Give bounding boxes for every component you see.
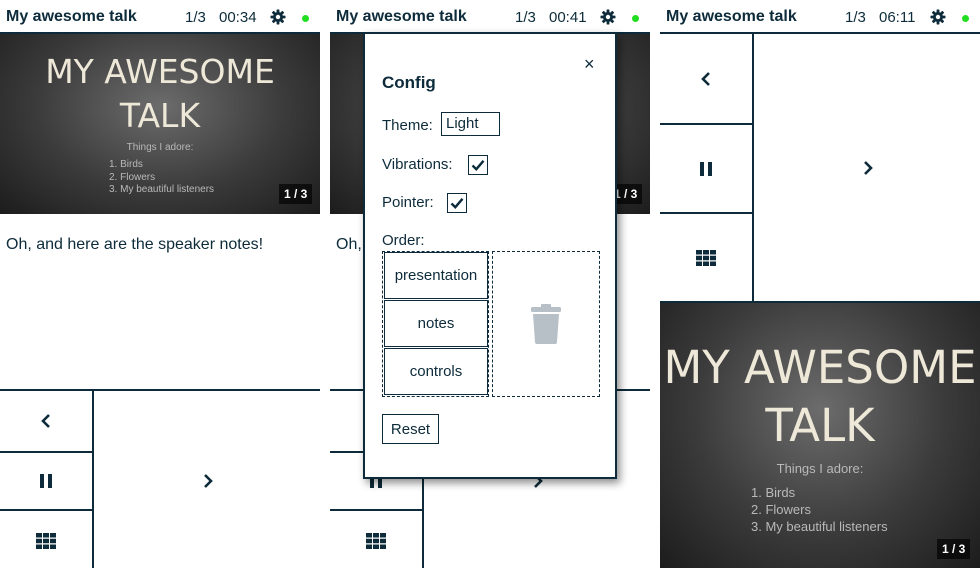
header-bar: My awesome talk 1/3 00:41 bbox=[330, 0, 650, 34]
list-item: 1. Birds bbox=[751, 485, 796, 500]
slide-subtitle: Things I adore: bbox=[776, 461, 864, 476]
status-dot-icon bbox=[962, 15, 969, 22]
controls-area bbox=[0, 389, 320, 568]
slide-subtitle: Things I adore: bbox=[126, 142, 194, 153]
pause-icon bbox=[40, 474, 52, 488]
presenter-view-controls-slide: My awesome talk 1/3 06:11 MY AWESOME TAL… bbox=[660, 0, 980, 568]
next-button[interactable] bbox=[756, 34, 980, 301]
theme-select[interactable]: Light bbox=[441, 112, 500, 136]
grid-overview-button[interactable] bbox=[330, 511, 424, 568]
slide-counter: 1/3 bbox=[845, 9, 866, 26]
controls-area bbox=[660, 34, 980, 301]
grid-icon bbox=[366, 532, 386, 549]
vibrations-checkbox[interactable] bbox=[468, 155, 488, 175]
checkmark-icon bbox=[471, 160, 485, 171]
list-item: 2. Flowers bbox=[109, 171, 156, 183]
header-bar: My awesome talk 1/3 00:34 bbox=[0, 0, 320, 34]
order-item-presentation[interactable]: presentation bbox=[384, 252, 488, 299]
order-item-controls[interactable]: controls bbox=[384, 348, 488, 395]
list-item: 3. My beautiful listeners bbox=[751, 519, 888, 534]
chevron-right-icon bbox=[864, 160, 873, 175]
grid-icon bbox=[696, 249, 716, 266]
slide-title-line2: TALK bbox=[119, 96, 201, 135]
header-bar: My awesome talk 1/3 06:11 bbox=[660, 0, 980, 34]
pause-button[interactable] bbox=[660, 125, 754, 214]
status-dot-icon bbox=[632, 15, 639, 22]
presenter-view-notes: My awesome talk 1/3 00:34 MY AWESOME TAL… bbox=[0, 0, 320, 568]
previous-button[interactable] bbox=[660, 34, 754, 125]
list-item: 1. Birds bbox=[109, 159, 143, 170]
gear-icon[interactable] bbox=[600, 9, 616, 25]
status-dot-icon bbox=[302, 15, 309, 22]
pause-icon bbox=[700, 161, 712, 176]
slide-counter: 1/3 bbox=[515, 9, 536, 26]
vibrations-label: Vibrations: bbox=[382, 156, 453, 173]
order-list: presentation notes controls bbox=[382, 251, 489, 397]
reset-button[interactable]: Reset bbox=[382, 414, 439, 444]
slide-title-line1: MY AWESOME bbox=[663, 341, 977, 394]
talk-title: My awesome talk bbox=[6, 8, 137, 25]
grid-overview-button[interactable] bbox=[0, 511, 94, 568]
theme-label: Theme: bbox=[382, 117, 433, 134]
pause-button[interactable] bbox=[0, 453, 94, 511]
slide-preview[interactable]: MY AWESOME TALK Things I adore: 1. Birds… bbox=[660, 301, 980, 568]
slide-number-badge: 1 / 3 bbox=[279, 184, 313, 204]
checkmark-icon bbox=[450, 198, 464, 209]
gear-icon[interactable] bbox=[270, 9, 286, 25]
talk-title: My awesome talk bbox=[666, 8, 797, 25]
close-icon[interactable]: × bbox=[584, 54, 595, 75]
slide-number-badge: 1 / 3 bbox=[937, 539, 971, 559]
slide-list: 1. Birds 2. Flowers 3. My beautiful list… bbox=[751, 484, 888, 535]
chevron-left-icon bbox=[701, 71, 710, 86]
slide-title-line1: MY AWESOME bbox=[45, 52, 275, 91]
config-dialog: × Config Theme: Light Vibrations: Pointe… bbox=[363, 32, 617, 479]
order-item-notes[interactable]: notes bbox=[384, 300, 488, 347]
pointer-checkbox[interactable] bbox=[447, 193, 467, 213]
order-label: Order: bbox=[382, 232, 425, 249]
next-button[interactable] bbox=[96, 391, 320, 568]
elapsed-timer: 06:11 bbox=[879, 9, 916, 26]
chevron-right-icon bbox=[204, 473, 213, 488]
slide-title-line2: TALK bbox=[765, 399, 875, 452]
slide-preview[interactable]: MY AWESOME TALK Things I adore: 1. Birds… bbox=[0, 34, 320, 214]
talk-title: My awesome talk bbox=[336, 8, 467, 25]
trash-dropzone[interactable] bbox=[492, 251, 600, 397]
config-title: Config bbox=[382, 73, 436, 92]
slide-counter: 1/3 bbox=[185, 9, 206, 26]
grid-icon bbox=[36, 532, 56, 549]
list-item: 2. Flowers bbox=[751, 502, 811, 517]
elapsed-timer: 00:34 bbox=[219, 9, 257, 26]
pointer-label: Pointer: bbox=[382, 194, 434, 211]
previous-button[interactable] bbox=[0, 391, 94, 453]
elapsed-timer: 00:41 bbox=[549, 9, 587, 26]
speaker-notes: Oh, and here are the speaker notes! bbox=[6, 236, 264, 253]
slide-list: 1. Birds 2. Flowers 3. My beautiful list… bbox=[109, 159, 214, 197]
trash-icon bbox=[531, 304, 561, 344]
list-item: 3. My beautiful listeners bbox=[109, 184, 215, 195]
chevron-left-icon bbox=[41, 414, 50, 428]
gear-icon[interactable] bbox=[930, 9, 946, 25]
grid-overview-button[interactable] bbox=[660, 214, 754, 301]
